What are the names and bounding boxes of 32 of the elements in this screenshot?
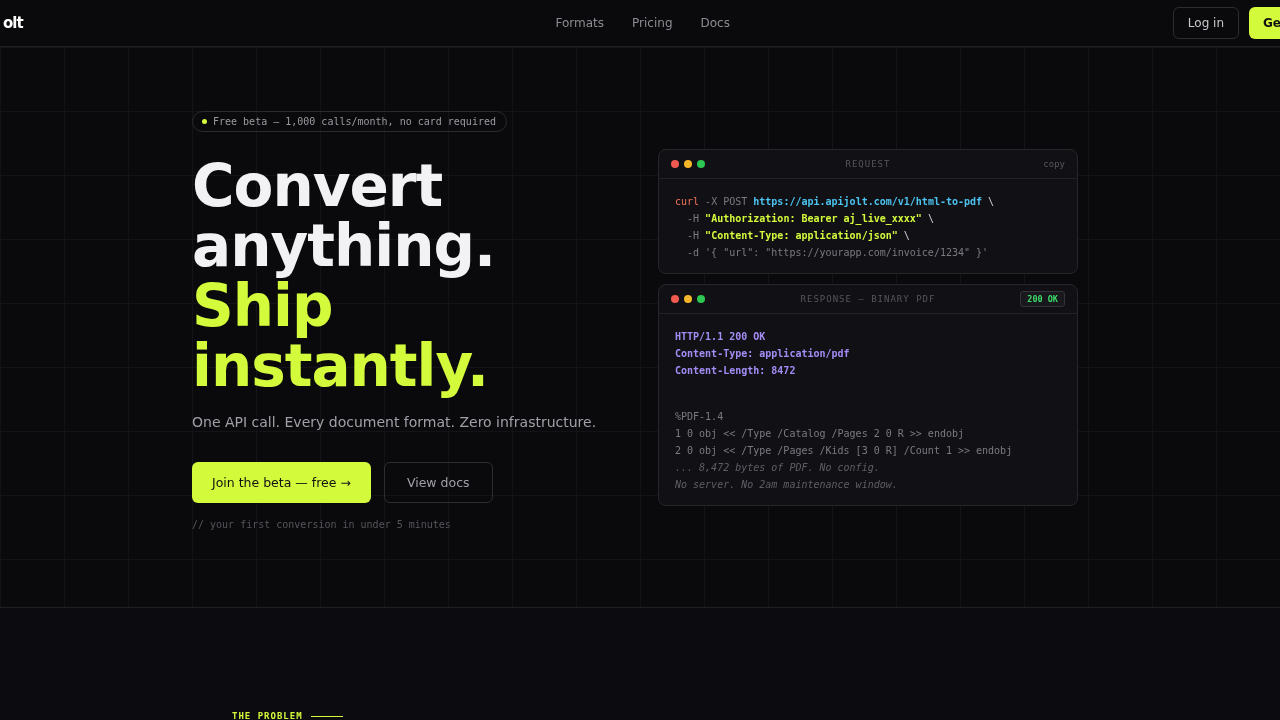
code-line: -d '{ "url": "https://yourapp.com/invoice/1234" }' — [686, 246, 989, 260]
login-button[interactable]: Log in — [1172, 7, 1239, 39]
code-line: %PDF-1.4 — [675, 410, 724, 424]
badge-text: Free beta — 1,000 calls/month, no card required — [213, 116, 496, 127]
code-line: HTTP/1.1 200 OK — [675, 330, 766, 344]
logo[interactable]: olt — [3, 14, 23, 32]
view-docs-button[interactable]: View docs — [383, 462, 493, 503]
code-line: curl -X POST https://api.apijolt.com/v1/html-to-pdf \ — [675, 195, 995, 209]
window-controls-icon — [671, 295, 705, 303]
subtitle: One API call. Every document format. Zero infrastructure. — [192, 414, 597, 430]
card-title: REQUEST — [844, 159, 892, 169]
status-dot-icon — [202, 119, 207, 124]
code-line: -H "Content-Type: application/json" \ — [686, 229, 910, 243]
section-eyebrow: THE PROBLEM — [232, 711, 303, 720]
window-controls-icon — [671, 160, 705, 168]
headline-line: Convert — [192, 156, 443, 216]
headline-line: anything. — [192, 216, 495, 276]
nav-link[interactable]: Pricing — [632, 16, 673, 30]
nav-link[interactable]: Formats — [555, 16, 605, 30]
status-badge: 200 OK — [1020, 291, 1065, 307]
code-line: ... 8,472 bytes of PDF. No config. — [675, 461, 880, 475]
code-line: 2 0 obj << /Type /Pages /Kids [3 0 R] /Count 1 >> endobj — [675, 444, 1013, 458]
join-beta-button[interactable]: Join the beta — free → — [192, 462, 371, 503]
code-line: 1 0 obj << /Type /Catalog /Pages 2 0 R >> endobj — [675, 427, 964, 441]
code-line: No server. No 2am maintenance window. — [675, 478, 898, 492]
code-line: Content-Length: 8472 — [675, 364, 796, 378]
code-line: Content-Type: application/pdf — [675, 347, 850, 361]
nav-link[interactable]: Docs — [700, 16, 730, 30]
code-line: -H "Authorization: Bearer aj_live_xxxx" \ — [686, 212, 934, 227]
card-title: RESPONSE — BINARY PDF — [799, 294, 937, 304]
cta-button[interactable]: Ge — [1249, 7, 1280, 39]
code-comment-note: // your first conversion in under 5 minutes — [192, 519, 451, 530]
